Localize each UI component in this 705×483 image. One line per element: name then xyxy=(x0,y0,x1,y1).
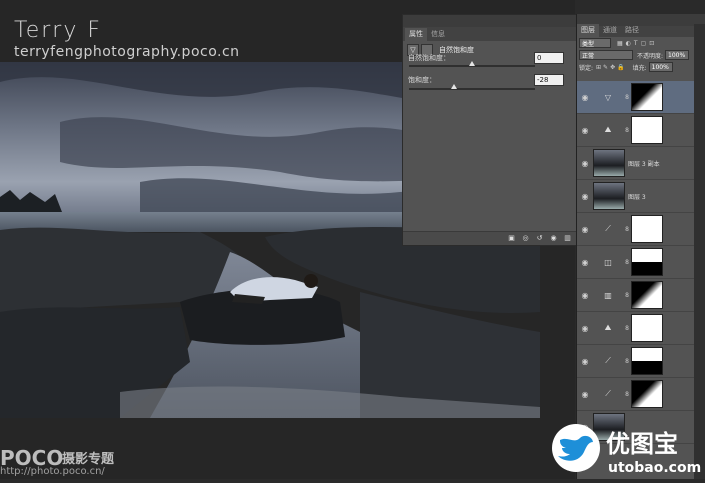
levels-icon: ⛰ xyxy=(604,323,612,332)
logo-url: utobao.com xyxy=(608,460,701,476)
link-icon[interactable]: 8 xyxy=(623,391,631,398)
saturation-label: 饱和度： xyxy=(408,76,436,84)
properties-tabbar: 属性 信息 xyxy=(403,27,577,41)
visibility-eye-icon[interactable]: ◉ xyxy=(577,258,593,267)
layer-mask-thumbnail[interactable] xyxy=(631,215,663,243)
layer-mask-thumbnail[interactable] xyxy=(631,380,663,408)
saturation-slider-thumb[interactable] xyxy=(451,84,458,89)
lock-label: 锁定: xyxy=(579,64,594,72)
layer-mask-thumbnail[interactable] xyxy=(631,347,663,375)
layer-row[interactable]: ◉ ⟋ 8 xyxy=(577,378,695,411)
properties-footer: ▣ ◎ ↺ ◉ ▥ xyxy=(403,231,577,245)
watermark-title: Terry F xyxy=(14,18,102,43)
layer-list: ◉▽8◉⛰8◉图层 3 副本◉图层 3◉⟋8◉◫8◉▥8◉⛰8◉⟋8◉⟋8◉ xyxy=(577,81,695,444)
blend-row: 正常 不透明度: 100% xyxy=(577,49,695,61)
tab-layers[interactable]: 图层 xyxy=(577,24,599,37)
opacity-label: 不透明度: xyxy=(637,52,664,60)
layer-thumbnail[interactable] xyxy=(593,149,625,177)
levels-icon: ⛰ xyxy=(604,125,612,134)
layer-mask-thumbnail[interactable] xyxy=(631,314,663,342)
curves-icon: ⟋ xyxy=(605,389,611,398)
properties-panel: 属性 信息 ▽ 自然饱和度 自然饱和度： 0 饱和度： -28 ▣ ◎ ↺ ◉ … xyxy=(402,14,578,246)
curves-icon: ⟋ xyxy=(605,356,611,365)
visibility-icon[interactable]: ◉ xyxy=(549,234,558,243)
layer-mask-thumbnail[interactable] xyxy=(631,248,663,276)
reset-icon[interactable]: ↺ xyxy=(535,234,544,243)
fill-label: 填充: xyxy=(632,64,647,72)
layer-thumbnail[interactable] xyxy=(593,182,625,210)
filter-icons[interactable]: ▦◐T▢⊡ xyxy=(617,40,657,47)
collapse-button[interactable] xyxy=(694,14,705,24)
saturation-input[interactable]: -28 xyxy=(534,74,564,86)
layer-row[interactable]: ◉ ⟋ 8 xyxy=(577,213,695,246)
tab-channels[interactable]: 通道 xyxy=(599,24,621,37)
layers-panel: 图层 通道 路径 类型 ▦◐T▢⊡ 正常 不透明度: 100% 锁定: ⊞✎✥🔒… xyxy=(576,14,695,479)
visibility-eye-icon[interactable]: ◉ xyxy=(577,93,593,102)
vibrance-icon: ▽ xyxy=(604,92,612,102)
lock-icons[interactable]: ⊞✎✥🔒 xyxy=(596,64,627,71)
layers-tabbar: 图层 通道 路径 xyxy=(577,24,695,37)
clip-to-layer-icon[interactable]: ▣ xyxy=(507,234,516,243)
vibrance-slider[interactable] xyxy=(409,61,535,67)
delete-icon[interactable]: ▥ xyxy=(563,234,572,243)
fill-input[interactable]: 100% xyxy=(648,62,673,72)
link-icon[interactable]: 8 xyxy=(623,292,631,299)
visibility-eye-icon[interactable]: ◉ xyxy=(577,225,593,234)
layer-row[interactable]: ◉ ⛰ 8 xyxy=(577,312,695,345)
layer-row[interactable]: ◉ 图层 3 副本 xyxy=(577,147,695,180)
layer-mask-thumbnail[interactable] xyxy=(631,83,663,111)
visibility-eye-icon[interactable]: ◉ xyxy=(577,192,593,201)
poco-url: http://photo.poco.cn/ xyxy=(0,466,105,477)
vibrance-slider-thumb[interactable] xyxy=(469,61,475,66)
layer-name[interactable]: 图层 3 副本 xyxy=(628,159,660,168)
layer-row[interactable]: ◉ ⟋ 8 xyxy=(577,345,695,378)
layer-filter-row: 类型 ▦◐T▢⊡ xyxy=(577,37,695,49)
watermark-url: terryfengphotography.poco.cn xyxy=(14,44,240,60)
layer-row[interactable]: ◉ ⛰ 8 xyxy=(577,114,695,147)
view-previous-icon[interactable]: ◎ xyxy=(521,234,530,243)
vibrance-input[interactable]: 0 xyxy=(534,52,564,64)
blend-mode-select[interactable]: 正常 xyxy=(579,50,633,60)
visibility-eye-icon[interactable]: ◉ xyxy=(577,390,593,399)
visibility-eye-icon[interactable]: ◉ xyxy=(577,159,593,168)
visibility-eye-icon[interactable]: ◉ xyxy=(577,324,593,333)
curves-icon: ⟋ xyxy=(605,224,611,233)
panel-titlebar[interactable] xyxy=(403,15,577,27)
exposure-icon: ◫ xyxy=(604,257,612,267)
layer-row[interactable]: ◉ 图层 3 xyxy=(577,180,695,213)
layer-name[interactable]: 图层 3 xyxy=(628,192,646,201)
link-icon[interactable]: 8 xyxy=(623,127,631,134)
link-icon[interactable]: 8 xyxy=(623,358,631,365)
visibility-eye-icon[interactable]: ◉ xyxy=(577,126,593,135)
layer-row[interactable]: ◉ ▥ 8 xyxy=(577,279,695,312)
utobao-logo: 优图宝 utobao.com xyxy=(548,418,705,479)
opacity-input[interactable]: 100% xyxy=(665,50,690,60)
channel-mixer-icon: ▥ xyxy=(604,290,612,300)
poco-subtitle: 摄影专题 xyxy=(62,452,115,467)
link-icon[interactable]: 8 xyxy=(623,259,631,266)
visibility-eye-icon[interactable]: ◉ xyxy=(577,291,593,300)
lock-row: 锁定: ⊞✎✥🔒 填充: 100% xyxy=(577,61,695,73)
visibility-eye-icon[interactable]: ◉ xyxy=(577,357,593,366)
layer-row[interactable]: ◉ ▽ 8 xyxy=(577,81,695,114)
layer-mask-thumbnail[interactable] xyxy=(631,116,663,144)
tab-properties[interactable]: 属性 xyxy=(405,28,427,41)
link-icon[interactable]: 8 xyxy=(623,325,631,332)
layer-mask-thumbnail[interactable] xyxy=(631,281,663,309)
filter-kind-select[interactable]: 类型 xyxy=(579,38,611,48)
tab-paths[interactable]: 路径 xyxy=(621,24,643,37)
link-icon[interactable]: 8 xyxy=(623,94,631,101)
panel-dock-strip xyxy=(694,14,705,479)
logo-text: 优图宝 xyxy=(606,430,678,458)
link-icon[interactable]: 8 xyxy=(623,226,631,233)
vibrance-label: 自然饱和度： xyxy=(408,54,450,62)
saturation-slider[interactable] xyxy=(409,84,535,90)
tab-info[interactable]: 信息 xyxy=(427,28,449,41)
layer-row[interactable]: ◉ ◫ 8 xyxy=(577,246,695,279)
